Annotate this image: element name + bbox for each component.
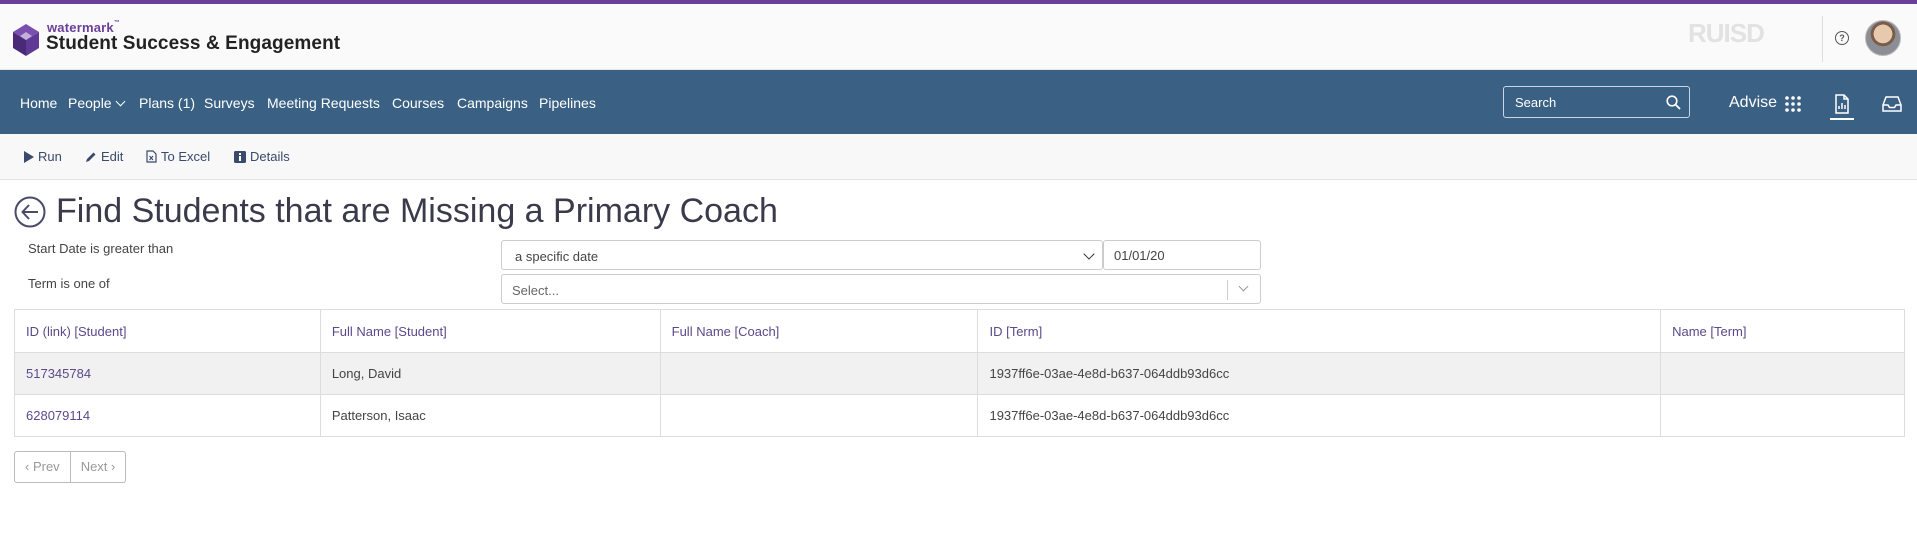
student-name-cell: Patterson, Isaac: [319, 394, 661, 437]
prev-page-button[interactable]: ‹ Prev: [14, 451, 71, 483]
reports-icon[interactable]: [1830, 92, 1854, 120]
start-date-input[interactable]: [1103, 240, 1261, 270]
nav-plans[interactable]: Plans (1): [139, 95, 195, 111]
search-input[interactable]: Search: [1503, 86, 1690, 118]
info-icon: [234, 151, 246, 163]
table-header-row: ID (link) [Student] Full Name [Student] …: [14, 309, 1905, 353]
nav-home[interactable]: Home: [20, 95, 57, 111]
help-icon[interactable]: ?: [1835, 31, 1849, 45]
date-mode-value: a specific date: [515, 249, 599, 264]
coach-name-cell: [659, 394, 979, 437]
play-icon: [24, 151, 34, 163]
student-id-link[interactable]: 517345784: [26, 366, 91, 381]
main-nav: Home People Plans (1) Surveys Meeting Re…: [0, 70, 1917, 134]
report-toolbar: Run Edit To Excel Details: [0, 134, 1917, 180]
inbox-icon[interactable]: [1881, 95, 1903, 113]
term-placeholder: Select...: [512, 283, 559, 298]
start-date-filter-label: Start Date is greater than: [28, 241, 174, 256]
term-name-cell: [1660, 394, 1905, 437]
pagination: ‹ Prev Next ›: [14, 451, 127, 483]
nav-meeting-requests[interactable]: Meeting Requests: [267, 95, 380, 111]
run-button[interactable]: Run: [24, 149, 62, 164]
excel-file-icon: [146, 150, 157, 163]
nav-surveys[interactable]: Surveys: [204, 95, 255, 111]
chevron-down-icon: [115, 96, 126, 107]
table-row: 628079114 Patterson, Isaac 1937ff6e-03ae…: [14, 394, 1905, 437]
column-header-coach-name[interactable]: Full Name [Coach]: [659, 309, 979, 353]
nav-people[interactable]: People: [68, 95, 126, 111]
chevron-down-icon: [1083, 248, 1095, 260]
product-name: Student Success & Engagement: [46, 33, 341, 54]
back-arrow-icon[interactable]: [14, 196, 46, 228]
term-filter-label: Term is one of: [28, 276, 110, 291]
term-multiselect[interactable]: Select...: [501, 274, 1261, 304]
date-mode-select[interactable]: a specific date: [501, 240, 1103, 270]
coach-name-cell: [659, 352, 979, 395]
column-header-student-name[interactable]: Full Name [Student]: [319, 309, 661, 353]
term-id-cell: 1937ff6e-03ae-4e8d-b637-064ddb93d6cc: [977, 394, 1662, 437]
column-header-term-name[interactable]: Name [Term]: [1660, 309, 1905, 353]
term-id-cell: 1937ff6e-03ae-4e8d-b637-064ddb93d6cc: [977, 352, 1662, 395]
search-placeholder: Search: [1515, 95, 1557, 110]
watermark-logo-icon: [13, 24, 39, 56]
page-title: Find Students that are Missing a Primary…: [56, 192, 778, 230]
user-avatar[interactable]: [1865, 20, 1901, 56]
nav-campaigns[interactable]: Campaigns: [457, 95, 528, 111]
header-divider: [1822, 16, 1823, 62]
column-header-term-id[interactable]: ID [Term]: [977, 309, 1662, 353]
app-header: watermark™ Student Success & Engagement …: [0, 4, 1917, 70]
chevron-down-icon[interactable]: [1238, 281, 1249, 292]
search-icon[interactable]: [1666, 95, 1681, 110]
pencil-icon: [86, 152, 96, 162]
student-name-cell: Long, David: [319, 352, 661, 395]
nav-courses[interactable]: Courses: [392, 95, 444, 111]
app-grid-icon[interactable]: [1784, 95, 1802, 113]
select-divider: [1227, 280, 1228, 300]
student-id-link[interactable]: 628079114: [26, 408, 90, 423]
column-header-student-id[interactable]: ID (link) [Student]: [14, 309, 321, 353]
advise-menu[interactable]: Advise: [1729, 94, 1777, 112]
to-excel-button[interactable]: To Excel: [146, 149, 210, 164]
term-name-cell: [1660, 352, 1905, 395]
table-row: 517345784 Long, David 1937ff6e-03ae-4e8d…: [14, 352, 1905, 395]
nav-pipelines[interactable]: Pipelines: [539, 95, 596, 111]
edit-button[interactable]: Edit: [85, 149, 123, 164]
student-id-cell: 517345784: [14, 352, 321, 395]
institution-logo: RUISD: [1688, 18, 1765, 48]
details-button[interactable]: Details: [234, 149, 290, 164]
results-table: ID (link) [Student] Full Name [Student] …: [14, 309, 1905, 437]
student-id-cell: 628079114: [14, 394, 321, 437]
next-page-button[interactable]: Next ›: [70, 451, 127, 483]
